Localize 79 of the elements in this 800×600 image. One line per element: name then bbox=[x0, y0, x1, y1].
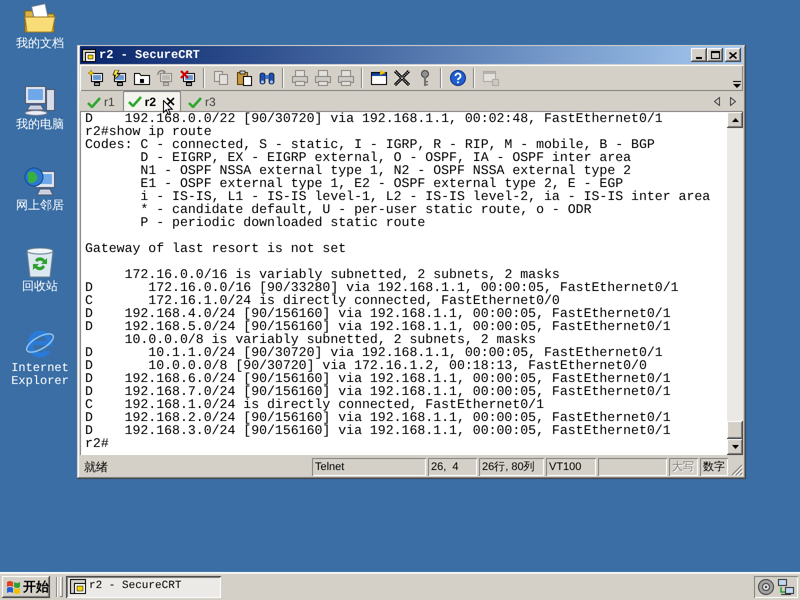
maximize-icon bbox=[710, 51, 720, 59]
terminal-line: D 192.168.7.0/24 [90/156160] via 192.168.1.1, 00:00:05, FastEthernet0/1 bbox=[85, 384, 671, 399]
globe-computer-icon[interactable] bbox=[24, 165, 56, 197]
status-pane: Telnet bbox=[312, 458, 426, 476]
terminal-panel[interactable] bbox=[80, 112, 727, 455]
up-arrow-icon bbox=[732, 118, 738, 122]
binoculars-icon[interactable] bbox=[258, 70, 274, 86]
terminal-line: r2#show ip route bbox=[85, 124, 212, 139]
desktop-icon-label[interactable]: Internet Explorer bbox=[7, 362, 73, 388]
folder-document-icon[interactable] bbox=[24, 3, 56, 35]
help-icon[interactable] bbox=[450, 70, 466, 86]
network-computers-icon[interactable] bbox=[778, 578, 794, 594]
status-pane bbox=[598, 458, 667, 476]
desktop-icon-label[interactable]: 网上邻居 bbox=[16, 200, 64, 213]
close-button[interactable] bbox=[725, 48, 741, 62]
scroll-up-button[interactable] bbox=[727, 112, 743, 128]
scrollbar[interactable] bbox=[727, 112, 743, 455]
app-window-icon bbox=[70, 579, 86, 594]
computer-x-icon[interactable] bbox=[180, 70, 196, 86]
app-window-icon[interactable] bbox=[82, 48, 96, 62]
terminal-line: Gateway of last resort is not set bbox=[85, 241, 346, 256]
resize-grip-icon[interactable] bbox=[731, 464, 743, 476]
terminal-line: * - candidate default, U - per-user static route, o - ODR bbox=[140, 202, 592, 217]
maximize-button[interactable] bbox=[707, 48, 723, 62]
recycle-bin-icon[interactable] bbox=[24, 246, 56, 278]
disc-icon[interactable] bbox=[758, 578, 774, 594]
start-button[interactable]: 开始 bbox=[2, 576, 50, 598]
terminal-line: D - EIGRP, EX - EIGRP external, O - OSPF, IA - OSPF inter area bbox=[140, 150, 632, 165]
terminal-line: D 192.168.6.0/24 [90/156160] via 192.168.1.1, 00:00:05, FastEthernet0/1 bbox=[85, 371, 671, 386]
status-pane: 26行, 80列 bbox=[479, 458, 544, 476]
status-pane: 数字 bbox=[700, 458, 728, 476]
terminal-line: D 192.168.3.0/24 [90/156160] via 192.168.1.1, 00:00:05, FastEthernet0/1 bbox=[85, 423, 671, 438]
left-triangle-icon[interactable] bbox=[714, 96, 720, 106]
terminal-line: D 192.168.0.0/22 [90/30720] via 192.168.1.1, 00:02:48, FastEthernet0/1 bbox=[85, 112, 663, 126]
window-title: r2 - SecureCRT bbox=[99, 48, 200, 62]
computer-sparkle-icon[interactable] bbox=[88, 70, 104, 86]
computer-icon[interactable] bbox=[24, 84, 56, 116]
chevron-down-icon[interactable] bbox=[733, 81, 741, 88]
desktop-icon-label[interactable]: 我的文档 bbox=[16, 38, 64, 51]
terminal-line: N1 - OSPF NSSA external type 1, N2 - OSPF NSSA external type 2 bbox=[140, 163, 632, 178]
tab[interactable]: r2 bbox=[122, 91, 182, 111]
desktop-icon-label[interactable]: 我的电脑 bbox=[16, 119, 64, 132]
status-pane: VT100 bbox=[546, 458, 596, 476]
terminal-line: C 172.16.1.0/24 is directly connected, FastEthernet0/0 bbox=[85, 293, 560, 308]
terminal-line: C 192.168.1.0/24 is directly connected, FastEthernet0/1 bbox=[85, 397, 544, 412]
computer-lightning-icon[interactable] bbox=[110, 70, 126, 86]
close-icon bbox=[729, 52, 737, 58]
close-icon[interactable] bbox=[166, 97, 176, 106]
flag-icon bbox=[6, 580, 21, 594]
tab[interactable]: r3 bbox=[184, 93, 221, 111]
right-triangle-icon[interactable] bbox=[730, 96, 736, 106]
terminal-line: r2# bbox=[85, 436, 109, 451]
terminal-line: E1 - OSPF external type 1, E2 - OSPF external type 2, E - EGP bbox=[140, 176, 624, 191]
terminal-line: D 192.168.5.0/24 [90/156160] via 192.168.1.1, 00:00:05, FastEthernet0/1 bbox=[85, 319, 671, 334]
terminal-line: D 192.168.4.0/24 [90/156160] via 192.168.1.1, 00:00:05, FastEthernet0/1 bbox=[85, 306, 671, 321]
status-pane: 大写 bbox=[669, 458, 698, 476]
taskbar-button[interactable]: r2 - SecureCRT bbox=[66, 576, 221, 598]
terminal-line: D 10.1.1.0/24 [90/30720] via 192.168.1.1, 00:00:05, FastEthernet0/1 bbox=[85, 345, 663, 360]
status-message: 就绪 bbox=[83, 459, 109, 476]
minimize-icon bbox=[696, 56, 702, 58]
desktop-icon-label[interactable]: 回收站 bbox=[22, 281, 58, 294]
terminal-line: D 172.16.0.0/16 [90/33280] via 192.168.1.1, 00:00:05, FastEthernet0/1 bbox=[85, 280, 679, 295]
terminal-line: i - IS-IS, L1 - IS-IS level-1, L2 - IS-IS level-2, ia - IS-IS inter area bbox=[140, 189, 710, 204]
folder-icon[interactable] bbox=[134, 70, 150, 86]
terminal-line: Codes: C - connected, S - static, I - IGRP, R - RIP, M - mobile, B - BGP bbox=[85, 137, 655, 152]
clipboard-icon[interactable] bbox=[236, 70, 252, 86]
terminal-line: 10.0.0.0/8 is variably subnetted, 2 subnets, 2 masks bbox=[124, 332, 536, 347]
scrollbar-thumb[interactable] bbox=[727, 421, 743, 439]
tab[interactable]: r1 bbox=[83, 93, 120, 111]
terminal-line: P - periodic downloaded static route bbox=[140, 215, 426, 230]
checkered-cross-icon[interactable] bbox=[394, 70, 410, 86]
terminal-line: D 10.0.0.0/8 [90/30720] via 172.16.1.2, 00:18:13, FastEthernet0/0 bbox=[85, 358, 647, 373]
scroll-down-button[interactable] bbox=[727, 439, 743, 455]
terminal-line: 172.16.0.0/16 is variably subnetted, 2 subnets, 2 masks bbox=[124, 267, 560, 282]
window-icon[interactable] bbox=[370, 70, 386, 86]
terminal-line: D 192.168.2.0/24 [90/156160] via 192.168.1.1, 00:00:05, FastEthernet0/1 bbox=[85, 410, 671, 425]
minimize-button[interactable] bbox=[691, 48, 707, 62]
down-arrow-icon bbox=[732, 445, 738, 449]
status-pane: 26, 4 bbox=[428, 458, 477, 476]
